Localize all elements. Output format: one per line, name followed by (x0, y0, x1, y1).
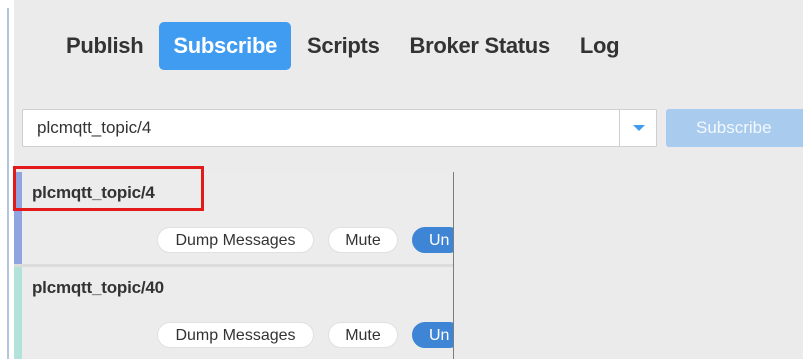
subscription-color-accent (14, 172, 22, 264)
subscription-color-accent (14, 267, 22, 359)
tab-log[interactable]: Log (566, 22, 633, 70)
unsubscribe-button[interactable]: Un (412, 322, 453, 348)
topic-dropdown-button[interactable] (620, 110, 657, 146)
subscribe-button[interactable]: Subscribe (666, 109, 803, 147)
mute-button[interactable]: Mute (328, 227, 398, 253)
mute-button[interactable]: Mute (328, 322, 398, 348)
subscription-item[interactable]: plcmqtt_topic/40 Dump Messages Mute Un (14, 267, 453, 359)
tab-broker-status[interactable]: Broker Status (396, 22, 564, 70)
dump-messages-button[interactable]: Dump Messages (157, 227, 314, 253)
topic-input[interactable] (23, 110, 619, 146)
caret-down-icon (632, 125, 645, 131)
left-border-line (7, 8, 9, 359)
tab-scripts[interactable]: Scripts (293, 22, 393, 70)
dump-messages-button[interactable]: Dump Messages (157, 322, 314, 348)
subscriptions-list: plcmqtt_topic/4 Dump Messages Mute Un pl… (14, 172, 454, 359)
tab-publish[interactable]: Publish (52, 22, 157, 70)
subscription-topic: plcmqtt_topic/4 (32, 183, 155, 202)
main-tabs: Publish Subscribe Scripts Broker Status … (52, 22, 635, 70)
unsubscribe-button[interactable]: Un (412, 227, 453, 253)
subscription-topic: plcmqtt_topic/40 (32, 278, 164, 297)
tab-subscribe[interactable]: Subscribe (159, 22, 292, 70)
subscription-item[interactable]: plcmqtt_topic/4 Dump Messages Mute Un (14, 172, 453, 264)
topic-combobox (22, 109, 657, 147)
